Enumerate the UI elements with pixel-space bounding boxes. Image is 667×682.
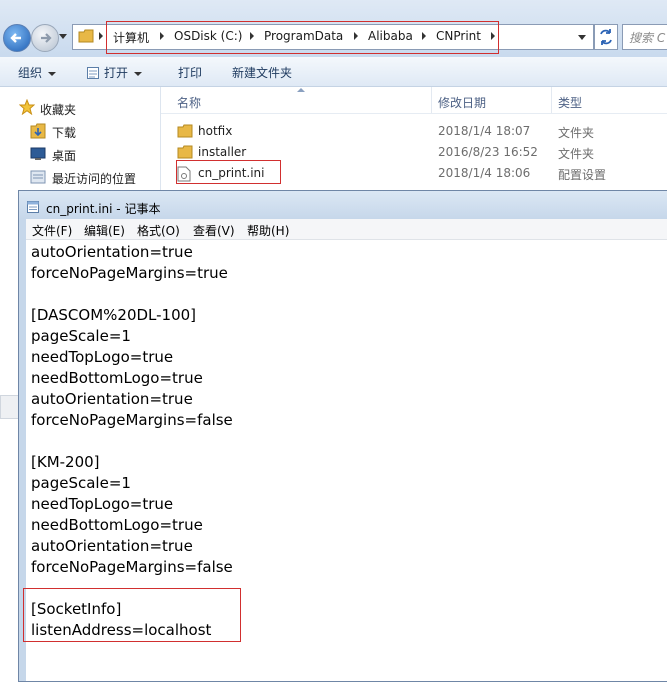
search-placeholder: 搜索 C	[629, 31, 666, 45]
sort-ascending-icon	[297, 88, 305, 92]
column-divider[interactable]	[551, 87, 552, 113]
menu-file[interactable]: 文件(F)	[32, 222, 72, 239]
chevron-down-icon	[134, 71, 143, 76]
refresh-icon	[600, 29, 612, 45]
file-highlight-box	[176, 160, 281, 184]
text-line: needTopLogo=true	[31, 495, 174, 513]
file-type: 配置设置	[558, 168, 607, 182]
column-date-modified[interactable]: 修改日期	[438, 94, 486, 111]
star-icon	[19, 99, 35, 115]
address-bar-area: 计算机 OSDisk (C:) ProgramData Alibaba CNPr…	[0, 0, 667, 57]
downloads-folder-icon	[30, 123, 46, 139]
organize-label: 组织	[18, 66, 43, 80]
folder-icon	[177, 145, 193, 159]
text-line: autoOrientation=true	[31, 390, 193, 408]
back-button[interactable]	[3, 24, 31, 52]
arrow-right-icon	[41, 33, 52, 43]
text-line: autoOrientation=true	[31, 243, 193, 261]
text-line: forceNoPageMargins=false	[31, 558, 233, 576]
organize-menu[interactable]: 组织	[18, 64, 57, 81]
text-line: forceNoPageMargins=true	[31, 264, 228, 282]
folder-icon	[78, 29, 94, 43]
text-line: needBottomLogo=true	[31, 516, 203, 534]
menu-edit[interactable]: 编辑(E)	[84, 222, 125, 239]
recent-pages-dropdown[interactable]	[59, 34, 67, 39]
chevron-down-icon	[48, 71, 57, 76]
text-line: [KM-200]	[31, 453, 100, 471]
notepad-icon	[87, 67, 99, 79]
new-folder-button[interactable]: 新建文件夹	[232, 64, 292, 81]
navigation-pane: 收藏夹 下载 桌面 最近访问的位置	[0, 87, 161, 200]
file-type: 文件夹	[558, 126, 595, 140]
text-line: pageScale=1	[31, 474, 131, 492]
open-button[interactable]: 打开	[86, 64, 143, 81]
file-list: 名称 修改日期 类型 hotfix 2018/1/4 18:07 文件夹 ins…	[161, 87, 667, 200]
notepad-title: cn_print.ini - 记事本	[46, 202, 161, 216]
folder-icon	[177, 124, 193, 138]
explorer-window: 计算机 OSDisk (C:) ProgramData Alibaba CNPr…	[0, 0, 667, 419]
column-divider[interactable]	[431, 87, 432, 113]
nav-recent-places[interactable]: 最近访问的位置	[52, 170, 136, 187]
text-line: forceNoPageMargins=false	[31, 411, 233, 429]
print-button[interactable]: 打印	[178, 64, 202, 81]
file-name: hotfix	[198, 124, 233, 138]
column-name[interactable]: 名称	[177, 94, 201, 111]
file-date: 2018/1/4 18:07	[438, 124, 531, 138]
notepad-window: cn_print.ini - 记事本 文件(F) 编辑(E) 格式(O) 查看(…	[18, 190, 667, 682]
file-row-hotfix[interactable]: hotfix 2018/1/4 18:07 文件夹	[161, 121, 667, 142]
text-line: needBottomLogo=true	[31, 369, 203, 387]
arrow-left-icon	[10, 33, 21, 43]
address-history-dropdown[interactable]	[578, 35, 586, 40]
notepad-title-bar[interactable]: cn_print.ini - 记事本	[19, 191, 667, 219]
notepad-icon	[27, 201, 39, 213]
nav-favorites[interactable]: 收藏夹	[40, 101, 76, 118]
command-bar: 组织 打开 打印 新建文件夹	[0, 57, 667, 87]
menu-format[interactable]: 格式(O)	[137, 222, 180, 239]
background-scrollbar-fragment	[0, 395, 20, 419]
notepad-text-area[interactable]: autoOrientation=true forceNoPageMargins=…	[23, 240, 667, 681]
breadcrumb-separator[interactable]	[99, 32, 103, 40]
forward-button[interactable]	[31, 24, 59, 52]
recent-places-icon	[30, 170, 46, 184]
column-type[interactable]: 类型	[558, 94, 582, 111]
text-line: autoOrientation=true	[31, 537, 193, 555]
file-type: 文件夹	[558, 147, 595, 161]
refresh-button[interactable]	[594, 24, 618, 50]
file-name: installer	[198, 145, 247, 159]
text-line: pageScale=1	[31, 327, 131, 345]
search-input[interactable]: 搜索 C	[622, 24, 667, 50]
open-label: 打开	[104, 66, 129, 80]
socketinfo-highlight-box	[23, 588, 241, 642]
menu-help[interactable]: 帮助(H)	[247, 222, 289, 239]
nav-downloads[interactable]: 下载	[52, 124, 76, 141]
file-date: 2016/8/23 16:52	[438, 145, 538, 159]
notepad-menu-bar: 文件(F) 编辑(E) 格式(O) 查看(V) 帮助(H)	[26, 219, 667, 240]
text-line: [DASCOM%20DL-100]	[31, 306, 197, 324]
file-date: 2018/1/4 18:06	[438, 166, 531, 180]
column-header-row: 名称 修改日期 类型	[161, 87, 667, 114]
path-highlight-box	[106, 21, 499, 54]
desktop-icon	[30, 147, 46, 160]
nav-desktop[interactable]: 桌面	[52, 147, 76, 164]
menu-view[interactable]: 查看(V)	[193, 222, 235, 239]
text-line: needTopLogo=true	[31, 348, 174, 366]
